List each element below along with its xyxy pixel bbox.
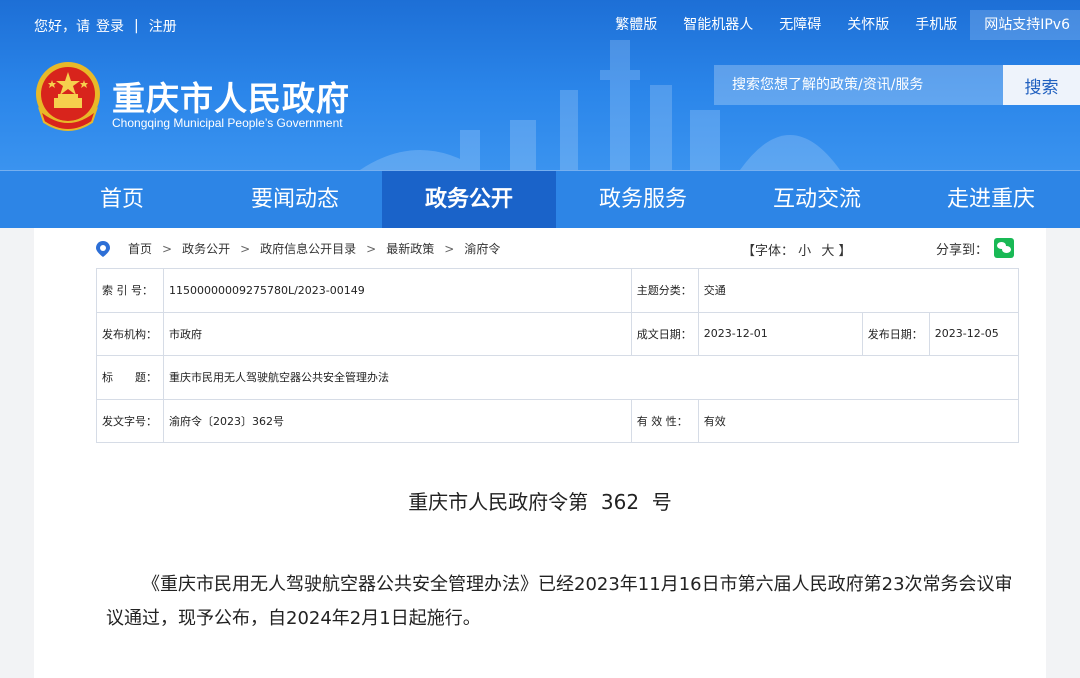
link-separator: | xyxy=(134,18,139,34)
site-title[interactable]: 重庆市人民政府 xyxy=(112,72,350,120)
document-heading: 重庆市人民政府令第 362 号 xyxy=(408,490,672,514)
share-bar: 分享到： xyxy=(936,238,1015,258)
nav-about-chongqing[interactable]: 走进重庆 xyxy=(904,171,1078,228)
breadcrumb-separator: > xyxy=(240,241,251,256)
nav-gov-services[interactable]: 政务服务 xyxy=(556,171,730,228)
breadcrumb-decree[interactable]: 渝府令 xyxy=(464,240,500,257)
breadcrumb-gov-affairs[interactable]: 政务公开 xyxy=(182,240,230,257)
created-date-value: 2023-12-01 xyxy=(697,311,863,356)
breadcrumb-latest-policy[interactable]: 最新政策 xyxy=(386,240,434,257)
mobile-version-link[interactable]: 手机版 xyxy=(902,10,970,40)
article-content: 首页 > 政务公开 > 政府信息公开目录 > 最新政策 > 渝府令 【字体： 小… xyxy=(34,228,1046,678)
org-value: 市政府 xyxy=(163,311,632,356)
care-mode-link[interactable]: 关怀版 xyxy=(834,10,902,40)
breadcrumb-directory[interactable]: 政府信息公开目录 xyxy=(260,240,356,257)
index-value: 11500000009275780L/2023-00149 xyxy=(163,268,632,313)
login-link[interactable]: 登录 xyxy=(96,16,124,36)
doc-number-label: 发文字号： xyxy=(96,398,164,443)
breadcrumb: 首页 > 政务公开 > 政府信息公开目录 > 最新政策 > 渝府令 xyxy=(96,240,500,257)
nav-news[interactable]: 要闻动态 xyxy=(208,171,382,228)
search-bar: 搜索 xyxy=(714,65,1080,105)
doc-number-value: 渝府令〔2023〕362号 xyxy=(163,398,632,443)
nav-gov-affairs-public[interactable]: 政务公开 xyxy=(382,171,556,228)
register-link[interactable]: 注册 xyxy=(149,16,177,36)
topic-value: 交通 xyxy=(697,268,1020,313)
font-size-bracket: 】 xyxy=(838,244,852,259)
font-size-control: 【字体： 小 大 】 xyxy=(742,240,851,259)
title-label: 标 题： xyxy=(96,355,164,400)
share-label: 分享到： xyxy=(936,242,989,258)
main-nav: 首页 要闻动态 政务公开 政务服务 互动交流 走进重庆 xyxy=(0,170,1080,228)
breadcrumb-separator: > xyxy=(444,241,455,256)
national-emblem-icon xyxy=(36,62,100,131)
user-links: 您好，请 登录 | 注册 xyxy=(34,16,177,36)
traditional-chinese-link[interactable]: 繁體版 xyxy=(602,10,670,40)
breadcrumb-separator: > xyxy=(366,241,377,256)
document-body: 《重庆市民用无人驾驶航空器公共安全管理办法》已经2023年11月16日市第六届人… xyxy=(106,574,1013,629)
table-row: 发文字号： 渝府令〔2023〕362号 有 效 性： 有效 xyxy=(96,398,1020,443)
title-value: 重庆市民用无人驾驶航空器公共安全管理办法 xyxy=(163,355,1019,400)
table-row: 标 题： 重庆市民用无人驾驶航空器公共安全管理办法 xyxy=(96,355,1019,400)
ipv6-support-link[interactable]: 网站支持IPv6 xyxy=(970,10,1080,40)
index-label: 索 引 号： xyxy=(96,268,164,313)
font-size-label: 【字体： xyxy=(742,244,795,259)
topic-label: 主题分类： xyxy=(630,268,699,313)
table-row: 索 引 号： 11500000009275780L/2023-00149 主题分… xyxy=(96,268,1020,313)
font-small-button[interactable]: 小 xyxy=(798,244,811,259)
location-icon xyxy=(96,240,110,257)
utility-links: 繁體版 智能机器人 无障碍 关怀版 手机版 网站支持IPv6 xyxy=(602,10,1080,40)
accessibility-link[interactable]: 无障碍 xyxy=(766,10,834,40)
validity-label: 有 效 性： xyxy=(630,398,699,443)
nav-home[interactable]: 首页 xyxy=(0,171,208,228)
validity-value: 有效 xyxy=(697,398,1020,443)
smart-robot-link[interactable]: 智能机器人 xyxy=(670,10,766,40)
greeting-text: 您好，请 xyxy=(34,19,90,35)
breadcrumb-home[interactable]: 首页 xyxy=(128,240,152,257)
published-date-value: 2023-12-05 xyxy=(928,311,1020,356)
search-input[interactable] xyxy=(714,65,1003,105)
published-date-label: 发布日期： xyxy=(861,311,930,356)
nav-interaction[interactable]: 互动交流 xyxy=(730,171,904,228)
search-button[interactable]: 搜索 xyxy=(1003,65,1080,105)
wechat-icon[interactable] xyxy=(994,238,1015,258)
created-date-label: 成文日期： xyxy=(630,311,699,356)
site-subtitle: Chongqing Municipal People’s Government xyxy=(112,116,343,130)
document-metadata-table: 索 引 号： 11500000009275780L/2023-00149 主题分… xyxy=(96,268,1020,443)
font-large-button[interactable]: 大 xyxy=(821,244,834,259)
table-row: 发布机构： 市政府 成文日期： 2023-12-01 发布日期： 2023-12… xyxy=(96,311,1020,356)
breadcrumb-separator: > xyxy=(162,241,173,256)
site-header: 您好，请 登录 | 注册 繁體版 智能机器人 无障碍 关怀版 手机版 网站支持I… xyxy=(0,0,1080,170)
org-label: 发布机构： xyxy=(96,311,164,356)
